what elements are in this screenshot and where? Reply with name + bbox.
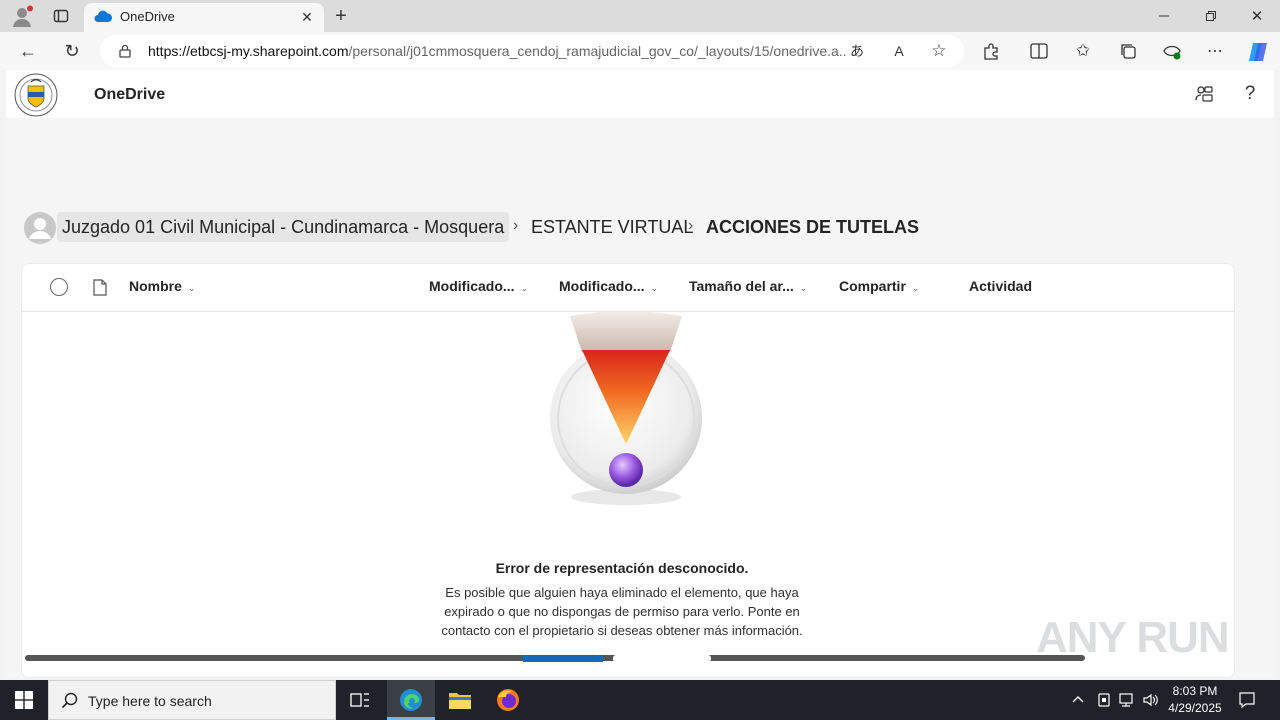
error-message-line: Es posible que alguien haya eliminado el… [445, 585, 799, 600]
task-view-icon[interactable] [350, 691, 370, 709]
address-bar[interactable]: https://etbcsj-my.sharepoint.com/persona… [100, 35, 964, 67]
select-all-checkbox[interactable] [50, 278, 68, 296]
more-menu-icon[interactable]: ⋯ [1204, 40, 1226, 62]
account-switch-icon[interactable] [1194, 84, 1214, 104]
close-tab-icon[interactable]: ✕ [298, 8, 316, 26]
scrollbar-thumb[interactable] [523, 655, 603, 662]
taskbar-search-box[interactable]: Type here to search [48, 680, 336, 720]
app-title[interactable]: OneDrive [94, 86, 165, 104]
browser-essentials-icon[interactable] [1161, 40, 1183, 62]
column-label: Actividad [969, 278, 1033, 294]
collections-icon[interactable] [1117, 40, 1139, 62]
tab-title: OneDrive [120, 9, 175, 24]
favorite-star-icon[interactable]: ☆ [928, 41, 950, 61]
tab-actions-icon[interactable] [50, 6, 72, 26]
breadcrumb-separator-icon: › [513, 217, 519, 234]
column-header-activity[interactable]: Actividad [969, 278, 1032, 294]
chevron-down-icon: ⌄ [650, 283, 659, 293]
windows-start-icon[interactable] [15, 691, 33, 709]
back-icon[interactable]: ← [16, 40, 40, 62]
column-label: Modificado... [559, 278, 645, 294]
extensions-icon[interactable] [980, 40, 1002, 62]
column-label: Nombre [129, 278, 182, 294]
profile-icon[interactable] [10, 5, 34, 29]
volume-icon[interactable] [1142, 692, 1160, 708]
favorites-icon[interactable]: ✩ [1072, 40, 1094, 62]
copilot-icon[interactable] [1246, 40, 1270, 64]
breadcrumb-item-site[interactable]: Juzgado 01 Civil Municipal - Cundinamarc… [57, 212, 510, 242]
minimize-icon[interactable] [1150, 6, 1178, 26]
chevron-down-icon: ⌄ [520, 283, 529, 293]
error-title: Error de representación desconocido. [495, 560, 749, 576]
restore-icon[interactable] [1197, 6, 1225, 26]
column-header-sharing[interactable]: Compartir ⌄ [839, 278, 919, 294]
watermark-text: ANY RUN [1036, 613, 1230, 662]
help-icon[interactable]: ? [1240, 83, 1260, 105]
column-header-modified[interactable]: Modificado... ⌄ [429, 278, 528, 294]
search-icon [61, 692, 79, 710]
read-aloud-icon[interactable]: A [888, 41, 910, 61]
new-tab-icon[interactable]: + [330, 5, 352, 27]
column-label: Tamaño del ar... [689, 278, 794, 294]
split-screen-icon[interactable] [1028, 40, 1050, 62]
chevron-down-icon: ⌄ [187, 283, 196, 293]
suite-header: OneDrive ? [6, 70, 1274, 118]
search-placeholder: Type here to search [88, 693, 212, 709]
file-explorer-icon[interactable] [448, 689, 472, 711]
taskbar-edge-button[interactable] [387, 680, 435, 720]
site-avatar[interactable] [24, 212, 56, 244]
breadcrumb-label: Juzgado 01 Civil Municipal - Cundinamarc… [62, 216, 505, 237]
clock-date[interactable]: 4/29/2025 [1160, 701, 1230, 715]
error-illustration [538, 311, 708, 522]
breadcrumb-item-folder[interactable]: ESTANTE VIRTUAL [531, 217, 693, 238]
lock-icon[interactable] [118, 44, 132, 58]
translate-icon[interactable]: あ [846, 41, 868, 61]
onedrive-page: OneDrive ? Juzgado 01 Civil Municipal - … [6, 70, 1274, 678]
url-path: /personal/j01cmmosquera_cendoj_ramajudic… [348, 43, 848, 59]
url-text[interactable]: https://etbcsj-my.sharepoint.com/persona… [148, 43, 848, 59]
address-row: ← ↻ https://etbcsj-my.sharepoint.com/per… [0, 32, 1280, 70]
refresh-icon[interactable]: ↻ [60, 40, 84, 62]
breadcrumb-separator-icon: › [688, 217, 694, 234]
browser-tab-bar: OneDrive ✕ + ✕ [0, 0, 1280, 32]
edge-icon [399, 688, 423, 712]
url-host: https://etbcsj-my.sharepoint.com [148, 43, 349, 59]
chevron-up-icon[interactable] [1071, 692, 1085, 706]
column-header-modified-by[interactable]: Modificado... ⌄ [559, 278, 658, 294]
column-label: Compartir [839, 278, 906, 294]
column-header-file-size[interactable]: Tamaño del ar... ⌄ [689, 278, 807, 294]
onedrive-cloud-icon [94, 9, 113, 23]
breadcrumb: Juzgado 01 Civil Municipal - Cundinamarc… [24, 211, 1124, 244]
tab-onedrive[interactable]: OneDrive ✕ [84, 3, 324, 32]
anyrun-watermark: ANY RUN [1036, 608, 1236, 668]
column-header-name[interactable]: Nombre ⌄ [129, 278, 195, 294]
network-icon[interactable] [1118, 692, 1136, 708]
device-icon[interactable] [1096, 692, 1112, 708]
organization-logo[interactable] [11, 72, 63, 118]
windows-taskbar: Type here to search 8:03 PM 4/29/2025 [0, 680, 1280, 720]
notification-icon[interactable] [1238, 691, 1256, 709]
close-window-icon[interactable]: ✕ [1243, 6, 1271, 26]
firefox-icon[interactable] [496, 688, 520, 712]
scrollbar-track-highlight [613, 655, 711, 662]
chevron-down-icon: ⌄ [911, 283, 920, 293]
chevron-down-icon: ⌄ [799, 283, 808, 293]
column-header-row: Nombre ⌄ Modificado... ⌄ Modificado... ⌄ Ta… [22, 264, 1234, 312]
breadcrumb-current-folder: ACCIONES DE TUTELAS [706, 217, 920, 237]
column-label: Modificado... [429, 278, 515, 294]
file-type-icon[interactable] [93, 279, 107, 296]
clock-time[interactable]: 8:03 PM [1160, 684, 1230, 698]
